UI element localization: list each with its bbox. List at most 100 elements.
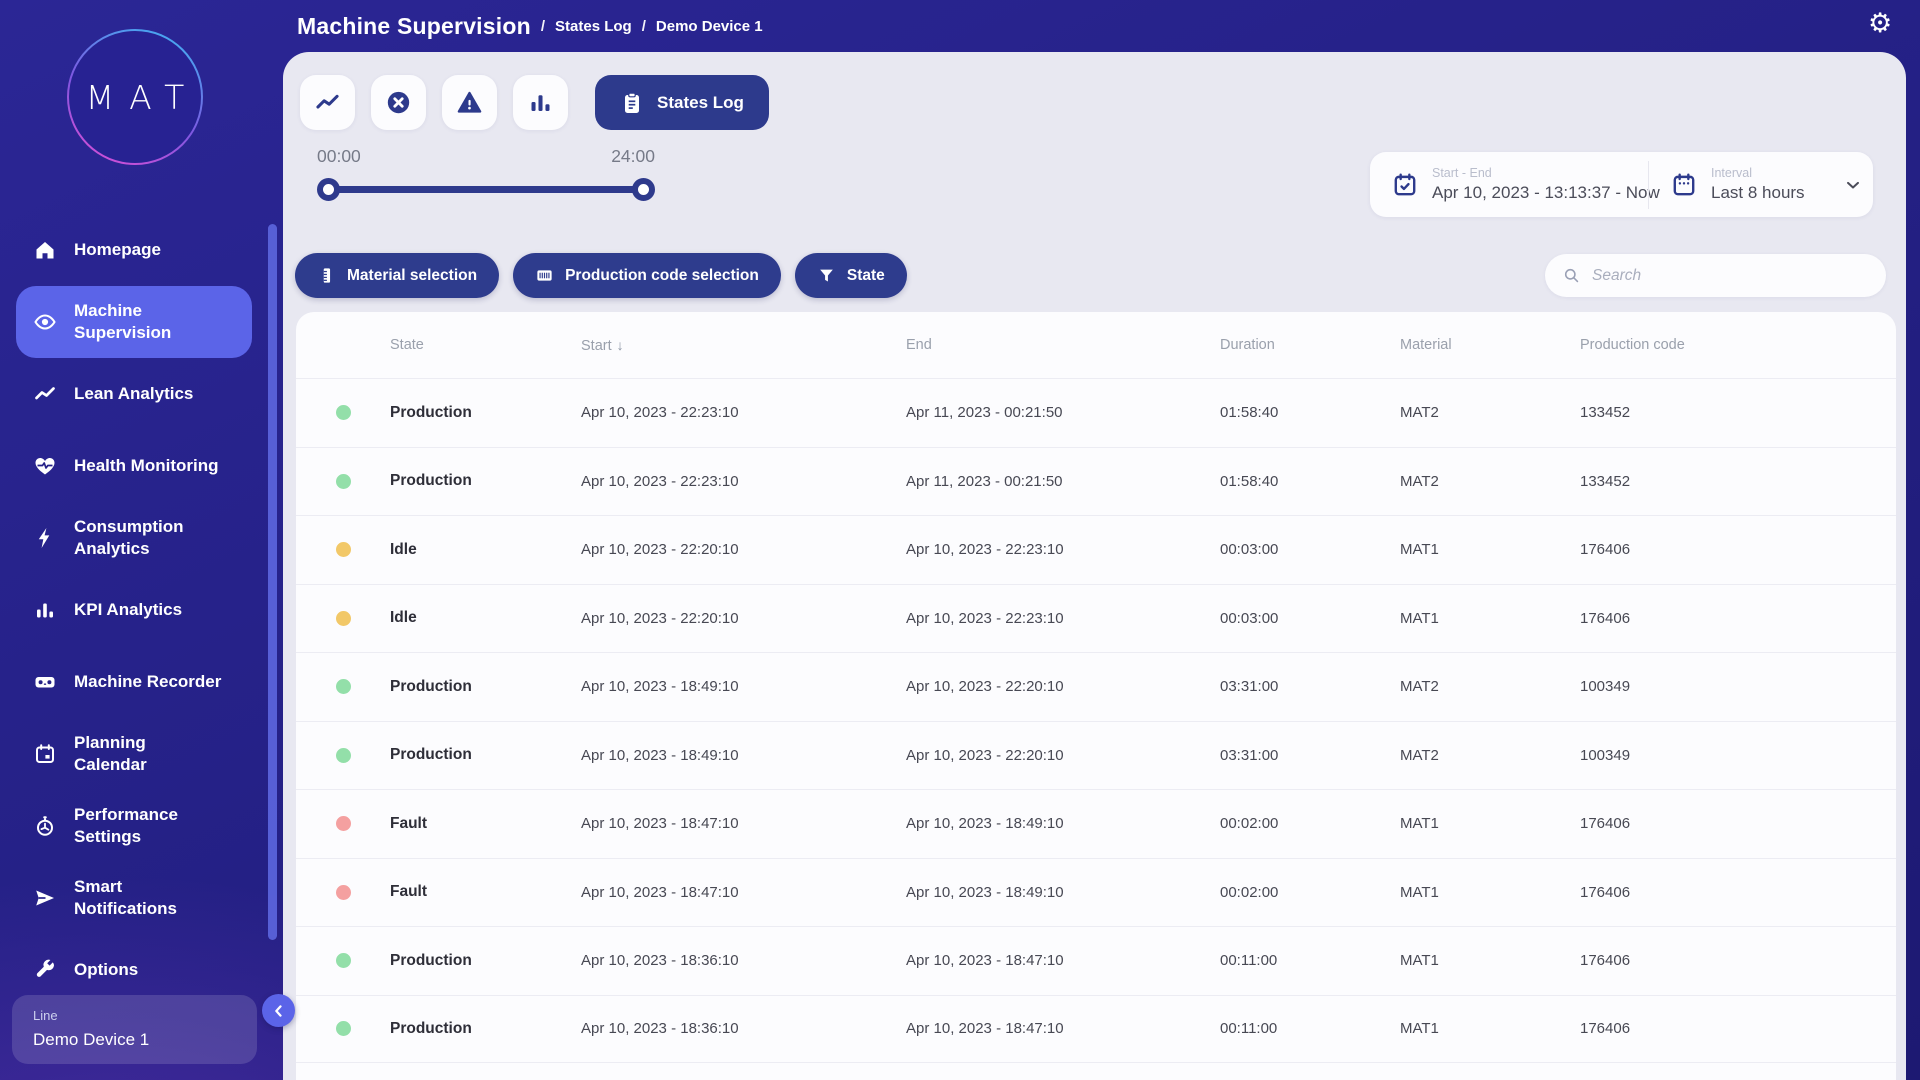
cell-state: Idle <box>390 609 581 627</box>
cell-duration: 01:58:40 <box>1220 473 1400 490</box>
production-code-selection-button[interactable]: Production code selection <box>513 253 781 298</box>
cell-end: Apr 11, 2023 - 00:21:50 <box>906 473 1220 490</box>
sidebar-item-label: Homepage <box>74 239 161 261</box>
table-row[interactable]: FaultApr 10, 2023 - 18:47:10Apr 10, 2023… <box>296 858 1896 927</box>
state-dot <box>336 474 351 489</box>
slider-handle-start[interactable] <box>317 178 340 201</box>
start-end-label: Start - End <box>1432 166 1660 180</box>
cell-end: Apr 10, 2023 - 22:20:10 <box>906 747 1220 764</box>
slider-handle-end[interactable] <box>632 178 655 201</box>
cell-start: Apr 10, 2023 - 22:20:10 <box>581 541 906 558</box>
sidebar-item-label: KPI Analytics <box>74 599 182 621</box>
breadcrumb-states-log[interactable]: States Log <box>555 18 632 35</box>
states-log-button[interactable]: States Log <box>595 75 769 130</box>
column-header-state[interactable]: State <box>390 337 581 353</box>
cell-end: Apr 10, 2023 - 18:47:10 <box>906 952 1220 969</box>
table-row[interactable]: ProductionApr 10, 2023 - 18:36:10Apr 10,… <box>296 995 1896 1064</box>
interval-selector[interactable]: Interval Last 8 hours <box>1649 166 1863 203</box>
cell-material: MAT1 <box>1400 884 1580 901</box>
sort-arrow-icon: ↓ <box>617 337 624 353</box>
calendar-icon <box>33 742 57 766</box>
material-selection-button[interactable]: Material selection <box>295 253 499 298</box>
sidebar-item-machine-recorder[interactable]: Machine Recorder <box>16 646 252 718</box>
wrench-icon <box>33 958 57 982</box>
device-card[interactable]: Line Demo Device 1 <box>12 995 257 1064</box>
state-dot <box>336 816 351 831</box>
cell-state: Idle <box>390 541 581 559</box>
sidebar-item-label: PlanningCalendar <box>74 732 147 776</box>
slider-track[interactable] <box>317 178 655 200</box>
table-row[interactable]: FaultApr 10, 2023 - 18:47:10Apr 10, 2023… <box>296 789 1896 858</box>
toolbar-faults-button[interactable] <box>371 75 426 130</box>
table-row[interactable]: ProductionApr 10, 2023 - 22:23:10Apr 11,… <box>296 447 1896 516</box>
cell-state: Production <box>390 678 581 696</box>
toolbar-trend-button[interactable] <box>300 75 355 130</box>
cell-state: Production <box>390 952 581 970</box>
cell-production-code: 133452 <box>1580 473 1896 490</box>
warning-icon <box>456 89 483 116</box>
sidebar-item-homepage[interactable]: Homepage <box>16 214 252 286</box>
chevron-down-icon <box>1843 175 1863 195</box>
table-row[interactable]: ProductionApr 10, 2023 - 18:36:10Apr 10,… <box>296 926 1896 995</box>
cell-production-code: 176406 <box>1580 815 1896 832</box>
states-table-body: ProductionApr 10, 2023 - 22:23:10Apr 11,… <box>296 378 1896 1063</box>
cell-production-code: 100349 <box>1580 678 1896 695</box>
cell-end: Apr 10, 2023 - 18:47:10 <box>906 1020 1220 1037</box>
sidebar-item-label: Health Monitoring <box>74 455 218 477</box>
column-header-end[interactable]: End <box>906 337 1220 353</box>
cell-production-code: 133452 <box>1580 404 1896 421</box>
eye-icon <box>33 310 57 334</box>
sidebar-item-lean-analytics[interactable]: Lean Analytics <box>16 358 252 430</box>
state-dot <box>336 405 351 420</box>
table-row[interactable]: IdleApr 10, 2023 - 22:20:10Apr 10, 2023 … <box>296 515 1896 584</box>
state-dot <box>336 885 351 900</box>
cell-material: MAT2 <box>1400 678 1580 695</box>
sidebar-item-label: ConsumptionAnalytics <box>74 516 184 560</box>
cell-state: Production <box>390 472 581 490</box>
cell-end: Apr 10, 2023 - 22:20:10 <box>906 678 1220 695</box>
table-row[interactable]: ProductionApr 10, 2023 - 18:49:10Apr 10,… <box>296 721 1896 790</box>
table-row[interactable]: ProductionApr 10, 2023 - 22:23:10Apr 11,… <box>296 378 1896 447</box>
sidebar-item-smart-notifications[interactable]: SmartNotifications <box>16 862 252 934</box>
table-row[interactable]: ProductionApr 10, 2023 - 18:49:10Apr 10,… <box>296 652 1896 721</box>
column-header-production-code[interactable]: Production code <box>1580 337 1896 353</box>
chevron-left-icon <box>269 1001 289 1021</box>
sidebar-scrollbar[interactable] <box>268 224 277 940</box>
main-panel: States Log 00:00 24:00 Start - End Apr 1… <box>283 52 1906 1080</box>
cell-duration: 00:11:00 <box>1220 1020 1400 1037</box>
sidebar-item-performance-settings[interactable]: PerformanceSettings <box>16 790 252 862</box>
home-icon <box>33 238 57 262</box>
cell-material: MAT2 <box>1400 404 1580 421</box>
cell-end: Apr 10, 2023 - 18:49:10 <box>906 884 1220 901</box>
cell-start: Apr 10, 2023 - 18:36:10 <box>581 952 906 969</box>
breadcrumb-device[interactable]: Demo Device 1 <box>656 18 763 35</box>
cell-start: Apr 10, 2023 - 18:47:10 <box>581 815 906 832</box>
cell-duration: 03:31:00 <box>1220 747 1400 764</box>
sidebar-item-machine-supervision[interactable]: MachineSupervision <box>16 286 252 358</box>
toolbar-bars-button[interactable] <box>513 75 568 130</box>
sidebar-collapse-button[interactable] <box>262 994 295 1027</box>
calendar-check-icon <box>1392 172 1418 198</box>
column-header-duration[interactable]: Duration <box>1220 337 1400 353</box>
start-end-selector[interactable]: Start - End Apr 10, 2023 - 13:13:37 - No… <box>1370 166 1648 203</box>
page-title: Machine Supervision <box>297 13 531 40</box>
sidebar-item-health-monitoring[interactable]: Health Monitoring <box>16 430 252 502</box>
column-header-start[interactable]: Start↓ <box>581 337 906 354</box>
sidebar-item-planning-calendar[interactable]: PlanningCalendar <box>16 718 252 790</box>
cell-duration: 00:03:00 <box>1220 541 1400 558</box>
sidebar-item-consumption-analytics[interactable]: ConsumptionAnalytics <box>16 502 252 574</box>
states-table: State Start↓ End Duration Material Produ… <box>296 312 1896 1080</box>
slider-track-line <box>328 186 644 193</box>
column-header-material[interactable]: Material <box>1400 337 1580 353</box>
search-input[interactable] <box>1592 267 1869 285</box>
state-filter-button[interactable]: State <box>795 253 907 298</box>
settings-gear-icon[interactable]: ⚙ <box>1868 10 1892 37</box>
state-filter-label: State <box>847 267 885 285</box>
sidebar-item-label: MachineSupervision <box>74 300 171 344</box>
sidebar-item-kpi-analytics[interactable]: KPI Analytics <box>16 574 252 646</box>
toolbar-warnings-button[interactable] <box>442 75 497 130</box>
start-end-value: Apr 10, 2023 - 13:13:37 - Now <box>1432 183 1660 203</box>
view-toolbar: States Log <box>300 75 769 130</box>
table-row[interactable]: IdleApr 10, 2023 - 22:20:10Apr 10, 2023 … <box>296 584 1896 653</box>
state-dot <box>336 1021 351 1036</box>
